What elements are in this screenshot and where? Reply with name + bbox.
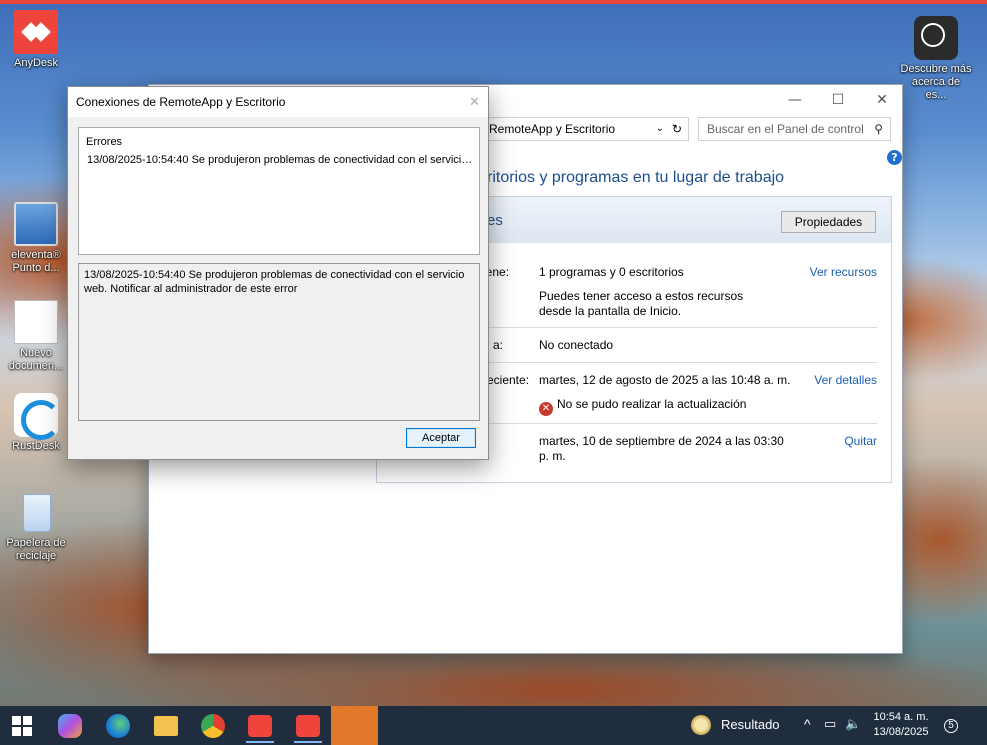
search-icon[interactable]: ⚲: [874, 118, 883, 140]
chevron-up-icon[interactable]: ^: [804, 716, 811, 732]
close-icon[interactable]: ✕: [469, 87, 480, 117]
network-icon[interactable]: ▭: [824, 716, 836, 732]
row-value-resources-note: Puedes tener acceso a estos recursos des…: [539, 289, 744, 318]
anydesk-taskbar-icon[interactable]: [248, 715, 272, 737]
view-details-link[interactable]: Ver detalles: [814, 373, 877, 387]
rustdesk-icon: [14, 393, 61, 440]
document-icon: [14, 300, 58, 344]
notification-badge: 5: [944, 719, 958, 733]
edge-icon[interactable]: [106, 714, 130, 738]
row-value-created: martes, 10 de septiembre de 2024 a las 0…: [539, 434, 784, 463]
weather-label[interactable]: Resultado: [721, 717, 780, 732]
page-title: ritorios y programas en tu lugar de trab…: [487, 169, 785, 186]
notification-icon[interactable]: 5: [944, 715, 958, 733]
copilot-icon[interactable]: [58, 714, 82, 738]
row-divider: [484, 362, 877, 363]
discover-icon: [914, 16, 958, 60]
row-divider: [484, 423, 877, 424]
dialog-titlebar: Conexiones de RemoteApp y Escritorio ✕: [68, 87, 488, 117]
error-icon: ✕: [539, 402, 553, 416]
desktop-icon-label: RustDesk: [12, 440, 60, 452]
weather-icon[interactable]: [691, 715, 711, 735]
desktop-icon-label: Papelera de reciclaje: [6, 537, 66, 562]
row-divider: [484, 327, 877, 328]
row-label-status: a:: [493, 338, 504, 352]
connection-panel-title: es: [487, 212, 503, 229]
address-text: RemoteApp y Escritorio: [489, 122, 616, 136]
clock-time: 10:54 a. m.: [873, 711, 929, 723]
close-button[interactable]: ✕: [867, 89, 897, 111]
top-accent-bar: [0, 0, 987, 4]
clock-date: 13/08/2025: [873, 726, 929, 738]
desktop-icon-discover[interactable]: Descubre más acerca de es...: [900, 16, 972, 102]
list-item[interactable]: 13/08/2025-10:54:40 Se produjeron proble…: [87, 154, 477, 166]
volume-icon[interactable]: 🔈: [845, 716, 861, 732]
eleventa-icon: [14, 202, 58, 246]
recycle-bin-icon: [14, 490, 58, 534]
chrome-icon[interactable]: [201, 714, 225, 738]
refresh-icon[interactable]: ↻: [672, 118, 682, 140]
remoteapp-error-dialog: Conexiones de RemoteApp y Escritorio ✕ E…: [67, 86, 489, 460]
desktop-icon-recycle-bin[interactable]: Papelera de reciclaje: [0, 490, 72, 563]
search-placeholder: Buscar en el Panel de control: [707, 122, 864, 136]
taskbar: Resultado ^ ▭ 🔈 10:54 a. m. 13/08/2025 5: [0, 706, 987, 745]
desktop-icon-label: eleventa® Punto d...: [11, 249, 61, 274]
desktop-icon-new-document[interactable]: Nuevo documen...: [0, 300, 72, 373]
row-label-recent-update: reciente:: [483, 373, 530, 387]
remove-link[interactable]: Quitar: [844, 434, 877, 448]
row-value-recent-update: martes, 12 de agosto de 2025 a las 10:48…: [539, 373, 791, 387]
file-explorer-icon[interactable]: [154, 716, 178, 736]
error-list-header: Errores: [86, 136, 123, 148]
remoteapp-taskbar-icon[interactable]: [331, 706, 378, 745]
properties-button[interactable]: Propiedades: [781, 211, 876, 233]
clock[interactable]: 10:54 a. m. 13/08/2025: [866, 710, 936, 740]
search-input[interactable]: Buscar en el Panel de control ⚲: [698, 117, 891, 141]
row-value-status: No conectado: [539, 338, 614, 352]
update-error-text: No se pudo realizar la actualización: [557, 397, 747, 411]
active-indicator: [294, 741, 322, 743]
error-detail-text: 13/08/2025-10:54:40 Se produjeron proble…: [78, 263, 480, 421]
view-resources-link[interactable]: Ver recursos: [810, 265, 877, 279]
active-indicator: [246, 741, 274, 743]
desktop-icon-eleventa[interactable]: eleventa® Punto d...: [0, 202, 72, 275]
start-button[interactable]: [12, 716, 32, 736]
desktop-icon-label: Nuevo documen...: [8, 347, 64, 372]
desktop-icon-label: Descubre más acerca de es...: [900, 63, 972, 101]
desktop-icon-label: AnyDesk: [13, 57, 59, 69]
anydesk-taskbar-icon-2[interactable]: [296, 715, 320, 737]
minimize-button[interactable]: —: [780, 89, 810, 111]
row-value-resources: 1 programas y 0 escritorios: [539, 265, 684, 279]
anydesk-icon: [14, 10, 58, 54]
help-icon[interactable]: ?: [887, 150, 902, 165]
desktop-icon-anydesk[interactable]: AnyDesk: [0, 10, 72, 70]
chevron-down-icon[interactable]: ⌄: [656, 118, 664, 140]
error-list[interactable]: Errores 13/08/2025-10:54:40 Se produjero…: [78, 127, 480, 255]
dialog-title: Conexiones de RemoteApp y Escritorio: [76, 95, 286, 109]
update-error: ✕ No se pudo realizar la actualización: [539, 397, 746, 416]
ok-button[interactable]: Aceptar: [406, 428, 476, 448]
maximize-button[interactable]: ☐: [823, 89, 853, 111]
desktop-icon-rustdesk[interactable]: RustDesk: [0, 393, 72, 453]
